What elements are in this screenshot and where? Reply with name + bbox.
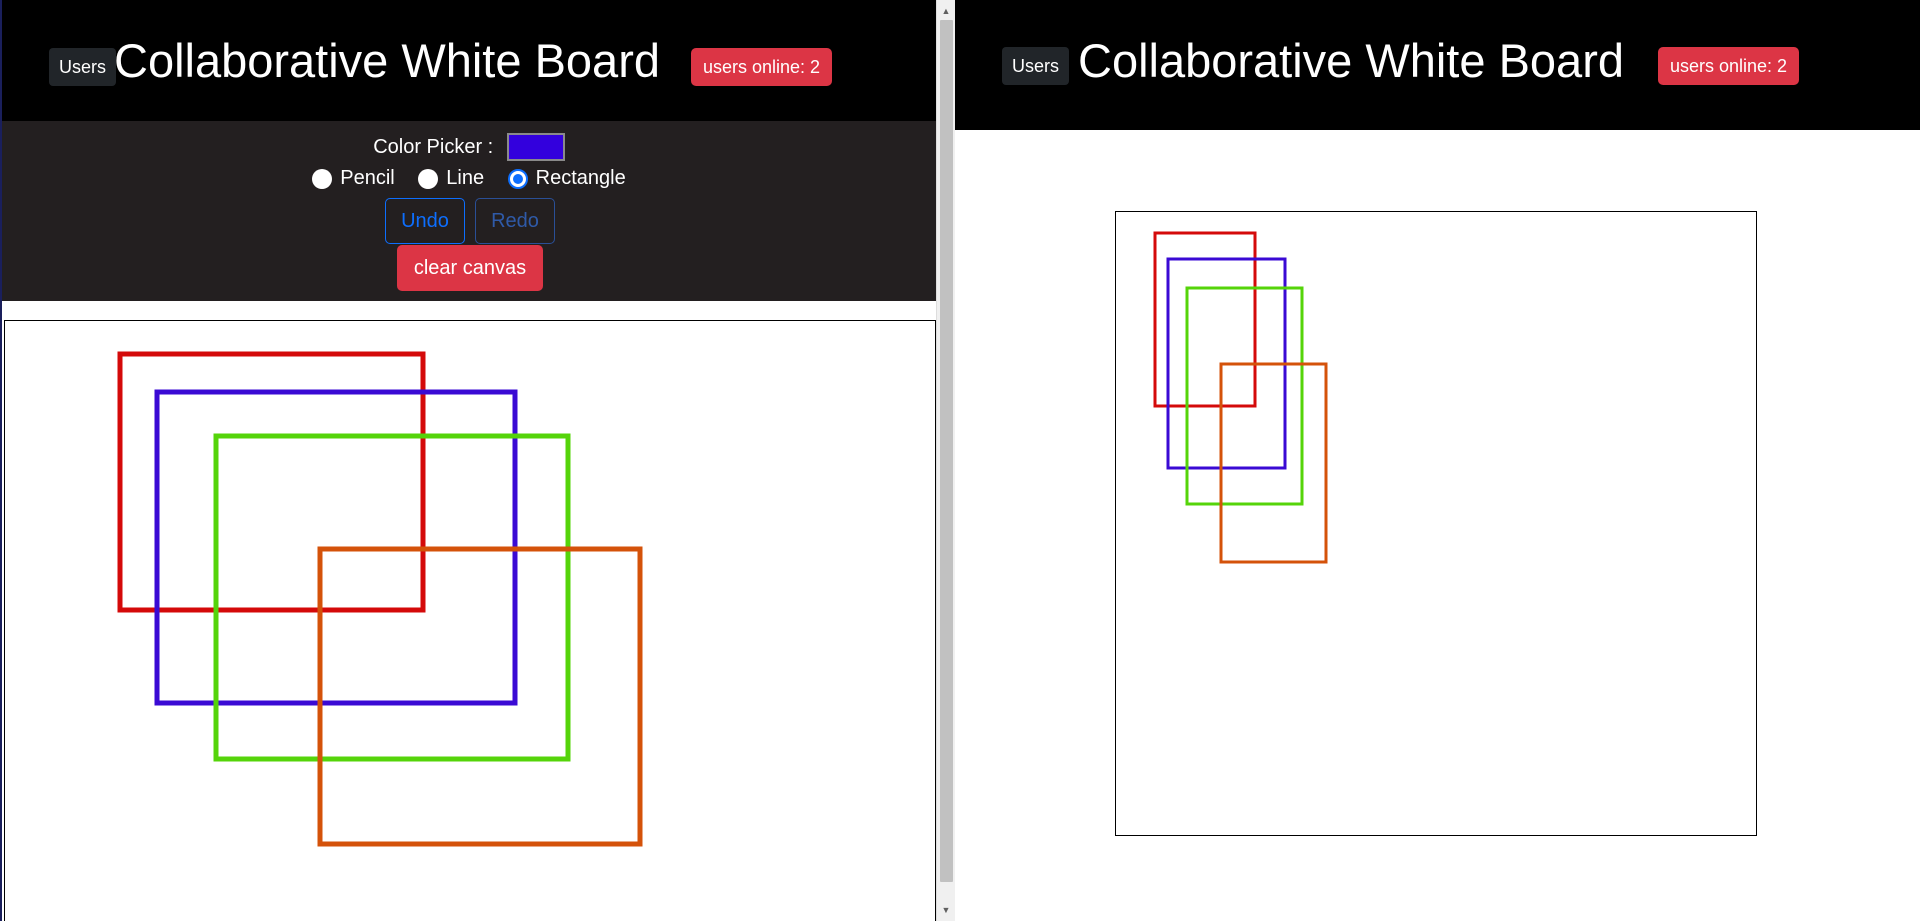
clear-canvas-button[interactable]: clear canvas bbox=[397, 245, 543, 291]
rectangle-radio[interactable] bbox=[507, 168, 528, 189]
users-button[interactable]: Users bbox=[49, 48, 116, 86]
drawing-toolbar: Color Picker : Pencil Line Rectangle Und… bbox=[2, 121, 936, 301]
pencil-radio[interactable] bbox=[312, 168, 333, 189]
app-title: Collaborative White Board bbox=[1078, 34, 1624, 87]
canvas-drawing bbox=[1153, 231, 1328, 564]
drawn-rectangle-orange bbox=[317, 546, 643, 847]
redo-button[interactable]: Redo bbox=[475, 198, 555, 244]
viewer-canvas[interactable] bbox=[1115, 211, 1757, 836]
line-radio[interactable] bbox=[418, 168, 439, 189]
tool-rectangle[interactable]: Rectangle bbox=[507, 167, 626, 190]
tool-selector: Pencil Line Rectangle bbox=[2, 167, 936, 190]
pencil-label: Pencil bbox=[340, 167, 395, 190]
drawing-canvas[interactable] bbox=[4, 320, 936, 921]
drawn-rectangle-orange bbox=[1219, 362, 1328, 564]
scroll-thumb[interactable] bbox=[940, 20, 953, 882]
scroll-down-arrow-icon[interactable]: ▼ bbox=[937, 901, 955, 919]
app-header: Users Collaborative White Board users on… bbox=[955, 0, 1920, 130]
scroll-up-arrow-icon[interactable]: ▲ bbox=[937, 2, 955, 20]
app-title: Collaborative White Board bbox=[114, 34, 660, 87]
vertical-scrollbar[interactable]: ▲ ▼ bbox=[936, 0, 955, 921]
left-browser-window: Users Collaborative White Board users on… bbox=[0, 0, 936, 921]
undo-button[interactable]: Undo bbox=[385, 198, 465, 244]
color-picker-label: Color Picker : bbox=[373, 135, 494, 158]
line-label: Line bbox=[446, 167, 485, 190]
canvas-drawing bbox=[117, 351, 643, 847]
users-online-badge: users online: 2 bbox=[691, 48, 833, 86]
color-picker-row: Color Picker : bbox=[2, 133, 936, 161]
users-button[interactable]: Users bbox=[1002, 47, 1069, 85]
tool-pencil[interactable]: Pencil bbox=[312, 167, 395, 190]
app-header: Users Collaborative White Board users on… bbox=[2, 0, 936, 121]
rectangle-label: Rectangle bbox=[535, 167, 626, 190]
tool-line[interactable]: Line bbox=[418, 167, 484, 190]
users-online-badge: users online: 2 bbox=[1658, 47, 1800, 85]
right-browser-window: Users Collaborative White Board users on… bbox=[955, 0, 1920, 921]
color-picker-input[interactable] bbox=[506, 133, 565, 161]
